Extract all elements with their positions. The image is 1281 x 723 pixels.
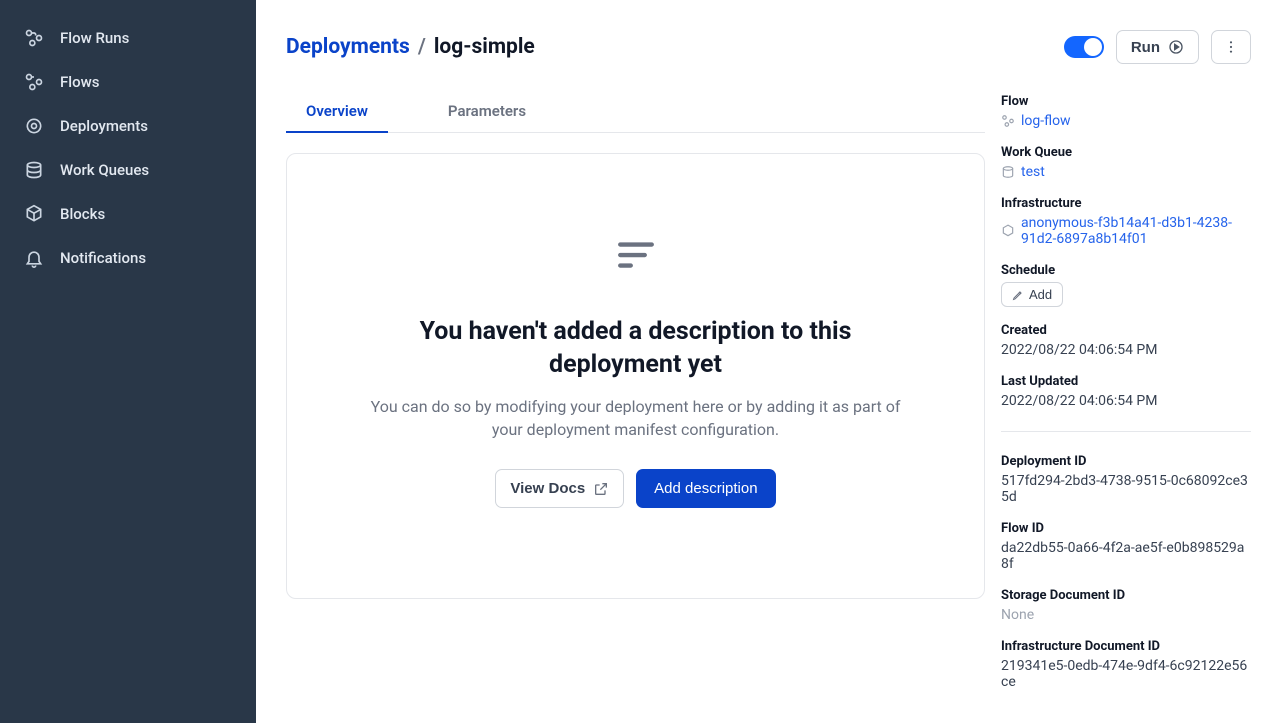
description-empty-card: You haven't added a description to this … bbox=[286, 153, 985, 599]
add-schedule-button[interactable]: Add bbox=[1001, 282, 1063, 307]
empty-actions: View Docs Add description bbox=[495, 469, 775, 508]
external-link-icon bbox=[593, 481, 609, 497]
flows-icon bbox=[24, 72, 44, 92]
flow-value: log-flow bbox=[1021, 113, 1071, 129]
sidebar-item-flows[interactable]: Flows bbox=[0, 60, 256, 104]
empty-title: You haven't added a description to this … bbox=[376, 316, 896, 381]
bars-icon bbox=[615, 234, 657, 276]
active-toggle[interactable] bbox=[1064, 36, 1104, 58]
sidebar-item-notifications[interactable]: Notifications bbox=[0, 236, 256, 280]
infra-doc-id-value: 219341e5-0edb-474e-9df4-6c92122e56ce bbox=[1001, 658, 1251, 690]
cube-icon bbox=[1001, 224, 1015, 238]
empty-subtitle: You can do so by modifying your deployme… bbox=[356, 395, 916, 441]
sidebar-item-label: Flow Runs bbox=[60, 29, 129, 47]
flow-id-label: Flow ID bbox=[1001, 521, 1251, 536]
sidebar-item-label: Deployments bbox=[60, 117, 148, 135]
view-docs-button[interactable]: View Docs bbox=[495, 469, 624, 508]
deployment-id-value: 517fd294-2bd3-4738-9515-0c68092ce35d bbox=[1001, 473, 1251, 505]
created-value: 2022/08/22 04:06:54 PM bbox=[1001, 342, 1251, 358]
flow-id-value: da22db55-0a66-4f2a-ae5f-e0b898529a8f bbox=[1001, 540, 1251, 572]
more-menu-button[interactable] bbox=[1211, 30, 1251, 64]
work-queue-label: Work Queue bbox=[1001, 145, 1251, 160]
sidebar-item-blocks[interactable]: Blocks bbox=[0, 192, 256, 236]
pencil-icon bbox=[1012, 289, 1024, 301]
breadcrumb-current: log-simple bbox=[434, 35, 535, 59]
header-actions: Run bbox=[1064, 30, 1251, 64]
last-updated-value: 2022/08/22 04:06:54 PM bbox=[1001, 393, 1251, 409]
main-content: Deployments / log-simple Run Overview bbox=[256, 0, 1281, 723]
sidebar-item-label: Blocks bbox=[60, 205, 105, 223]
sidebar-item-work-queues[interactable]: Work Queues bbox=[0, 148, 256, 192]
sidebar-item-flow-runs[interactable]: Flow Runs bbox=[0, 16, 256, 60]
header: Deployments / log-simple Run bbox=[286, 30, 1251, 64]
breadcrumb: Deployments / log-simple bbox=[286, 35, 535, 59]
last-updated-label: Last Updated bbox=[1001, 374, 1251, 389]
infrastructure-label: Infrastructure bbox=[1001, 196, 1251, 211]
schedule-label: Schedule bbox=[1001, 263, 1251, 278]
sidebar-item-label: Work Queues bbox=[60, 161, 149, 179]
queue-icon bbox=[1001, 165, 1015, 179]
play-circle-icon bbox=[1168, 39, 1184, 55]
flow-label: Flow bbox=[1001, 94, 1251, 109]
left-column: Overview Parameters You haven't added a … bbox=[286, 92, 985, 693]
run-button[interactable]: Run bbox=[1116, 30, 1199, 64]
tab-overview[interactable]: Overview bbox=[286, 92, 388, 133]
infrastructure-link[interactable]: anonymous-f3b14a41-d3b1-4238-91d2-6897a8… bbox=[1001, 215, 1251, 247]
sidebar-item-label: Notifications bbox=[60, 249, 146, 267]
storage-doc-id-label: Storage Document ID bbox=[1001, 588, 1251, 603]
tab-parameters[interactable]: Parameters bbox=[428, 92, 546, 133]
flow-runs-icon bbox=[24, 28, 44, 48]
deployment-id-label: Deployment ID bbox=[1001, 454, 1251, 469]
sidebar-item-deployments[interactable]: Deployments bbox=[0, 104, 256, 148]
add-description-button[interactable]: Add description bbox=[636, 469, 775, 508]
dots-vertical-icon bbox=[1223, 39, 1239, 55]
flow-icon bbox=[1001, 114, 1015, 128]
work-queues-icon bbox=[24, 160, 44, 180]
breadcrumb-parent[interactable]: Deployments bbox=[286, 35, 410, 59]
view-docs-label: View Docs bbox=[510, 481, 585, 496]
divider bbox=[1001, 431, 1251, 432]
blocks-icon bbox=[24, 204, 44, 224]
breadcrumb-separator: / bbox=[418, 35, 426, 59]
work-queue-value: test bbox=[1021, 164, 1045, 180]
sidebar: Flow Runs Flows Deployments Work Queues … bbox=[0, 0, 256, 723]
bell-icon bbox=[24, 248, 44, 268]
infrastructure-value: anonymous-f3b14a41-d3b1-4238-91d2-6897a8… bbox=[1021, 215, 1251, 247]
run-label: Run bbox=[1131, 40, 1160, 55]
sidebar-item-label: Flows bbox=[60, 73, 99, 91]
add-schedule-label: Add bbox=[1029, 287, 1052, 302]
created-label: Created bbox=[1001, 323, 1251, 338]
flow-link[interactable]: log-flow bbox=[1001, 113, 1251, 129]
storage-doc-id-value: None bbox=[1001, 607, 1251, 623]
tabs: Overview Parameters bbox=[286, 92, 985, 133]
deployments-icon bbox=[24, 116, 44, 136]
infra-doc-id-label: Infrastructure Document ID bbox=[1001, 639, 1251, 654]
work-queue-link[interactable]: test bbox=[1001, 164, 1251, 180]
details-panel: Flow log-flow Work Queue test bbox=[1001, 92, 1251, 693]
